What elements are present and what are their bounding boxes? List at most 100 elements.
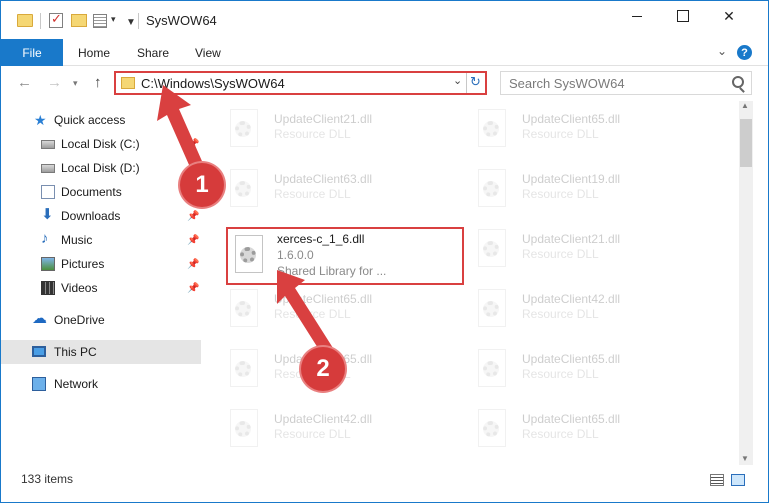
file-name: xerces-c_1_6.dll xyxy=(277,232,365,246)
film-strip-icon xyxy=(41,281,55,295)
download-arrow-icon: ⬇ xyxy=(41,206,54,223)
forward-arrow-icon[interactable]: → xyxy=(47,74,62,91)
file-name: UpdateClient65.dll xyxy=(522,412,621,426)
scroll-down-icon[interactable]: ▼ xyxy=(741,454,749,463)
file-name: UpdateClient65.dll xyxy=(522,112,621,126)
dll-file-icon xyxy=(227,289,261,333)
dll-file-icon xyxy=(232,235,266,279)
star-icon: ★ xyxy=(34,112,47,128)
file-name: UpdateClient21.dll xyxy=(274,112,373,126)
dll-file-icon xyxy=(475,409,509,453)
explorer-window: ▾ ▼ SysWOW64 ✕ File Home Share View ⌄ ? … xyxy=(0,0,769,503)
new-folder-icon[interactable] xyxy=(71,14,87,27)
file-type: Resource DLL xyxy=(522,307,599,321)
file-item[interactable]: UpdateClient65.dll Resource DLL xyxy=(475,405,705,461)
picture-icon xyxy=(41,257,55,271)
file-item[interactable]: UpdateClient21.dll Resource DLL xyxy=(475,225,705,281)
close-button[interactable]: ✕ xyxy=(706,1,752,31)
cloud-icon: ☁ xyxy=(32,310,47,327)
sidebar-item-pictures[interactable]: Pictures 📌 xyxy=(1,252,201,276)
sidebar-item-downloads[interactable]: ⬇ Downloads 📌 xyxy=(1,204,201,228)
sidebar-item-label: Quick access xyxy=(54,113,126,127)
address-dropdown-icon[interactable]: ⌄ xyxy=(453,74,462,87)
sidebar-item-label: Videos xyxy=(61,281,98,295)
pin-icon[interactable]: 📌 xyxy=(187,235,199,246)
file-item[interactable]: UpdateClient19.dll Resource DLL xyxy=(475,165,705,221)
file-name: UpdateClient65.dll xyxy=(522,352,621,366)
pin-icon[interactable]: 📌 xyxy=(187,283,199,294)
document-icon xyxy=(41,185,55,199)
file-name: UpdateClient42.dll xyxy=(522,292,621,306)
sidebar-item-network[interactable]: Network xyxy=(1,372,201,396)
file-type: Resource DLL xyxy=(522,247,599,261)
file-version: 1.6.0.0 xyxy=(277,248,314,262)
dll-file-icon xyxy=(475,109,509,153)
tab-view[interactable]: View xyxy=(195,46,221,60)
dll-file-icon xyxy=(475,349,509,393)
tab-share[interactable]: Share xyxy=(137,46,169,60)
dll-file-icon xyxy=(475,229,509,273)
pin-icon[interactable]: 📌 xyxy=(187,211,199,222)
annotation-badge-1: 1 xyxy=(180,163,224,207)
file-type: Resource DLL xyxy=(522,367,599,381)
search-icon xyxy=(732,76,744,88)
dll-file-icon xyxy=(227,409,261,453)
file-item[interactable]: UpdateClient63.dll Resource DLL xyxy=(227,165,457,221)
search-placeholder: Search SysWOW64 xyxy=(509,76,625,91)
file-type: Resource DLL xyxy=(522,427,599,441)
details-view-icon[interactable] xyxy=(710,474,724,486)
sidebar-item-music[interactable]: ♪ Music 📌 xyxy=(1,228,201,252)
expand-ribbon-icon[interactable]: ⌄ xyxy=(717,44,727,58)
minimize-button[interactable] xyxy=(614,1,660,31)
help-icon[interactable]: ? xyxy=(737,45,752,60)
music-note-icon: ♪ xyxy=(41,230,49,247)
drive-icon xyxy=(41,140,55,149)
recent-locations-icon[interactable]: ▾ xyxy=(73,78,78,89)
dll-file-icon xyxy=(227,169,261,213)
properties-check-icon[interactable] xyxy=(49,11,63,28)
ribbon-tabs: File Home Share View ⌄ ? xyxy=(1,39,768,66)
scroll-thumb[interactable] xyxy=(740,119,752,167)
file-item[interactable]: UpdateClient21.dll Resource DLL xyxy=(227,105,457,161)
sidebar-item-label: Documents xyxy=(61,185,122,199)
divider xyxy=(138,13,139,29)
large-icons-view-icon[interactable] xyxy=(731,474,745,486)
up-arrow-icon[interactable]: ↑ xyxy=(94,74,102,91)
item-count: 133 items xyxy=(21,472,74,486)
vertical-scrollbar[interactable]: ▲ ▼ xyxy=(739,101,753,465)
sidebar-item-label: Local Disk (D:) xyxy=(61,161,140,175)
chevron-down-icon[interactable]: ▾ xyxy=(111,14,116,25)
sidebar-item-videos[interactable]: Videos 📌 xyxy=(1,276,201,300)
file-item[interactable]: UpdateClient42.dll Resource DLL xyxy=(475,285,705,341)
sidebar-item-this-pc[interactable]: This PC xyxy=(1,340,201,364)
pin-icon[interactable]: 📌 xyxy=(187,259,199,270)
dll-file-icon xyxy=(475,169,509,213)
maximize-button[interactable] xyxy=(660,1,706,31)
file-type: Resource DLL xyxy=(274,127,351,141)
dll-file-icon xyxy=(475,289,509,333)
dll-file-icon xyxy=(227,109,261,153)
file-name: UpdateClient19.dll xyxy=(522,172,621,186)
divider xyxy=(40,13,41,29)
sidebar-item-label: Downloads xyxy=(61,209,121,223)
network-icon xyxy=(32,377,46,391)
search-input[interactable]: Search SysWOW64 xyxy=(500,71,752,95)
divider xyxy=(466,73,467,93)
scroll-up-icon[interactable]: ▲ xyxy=(741,101,749,110)
refresh-icon[interactable]: ↻ xyxy=(470,74,481,90)
file-item[interactable]: UpdateClient65.dll Resource DLL xyxy=(475,105,705,161)
customize-toolbar-icon[interactable]: ▼ xyxy=(126,17,136,28)
file-type: Resource DLL xyxy=(274,427,351,441)
tab-file[interactable]: File xyxy=(1,39,63,66)
back-arrow-icon[interactable]: ← xyxy=(17,74,32,91)
annotation-badge-2: 2 xyxy=(301,347,345,391)
sidebar-item-onedrive[interactable]: ☁ OneDrive xyxy=(1,308,201,332)
drive-icon xyxy=(41,164,55,173)
file-type: Resource DLL xyxy=(522,127,599,141)
file-item[interactable]: UpdateClient42.dll Resource DLL xyxy=(227,405,457,461)
file-item[interactable]: UpdateClient65.dll Resource DLL xyxy=(475,345,705,401)
view-properties-icon[interactable] xyxy=(93,14,107,28)
file-type: Resource DLL xyxy=(522,187,599,201)
tab-home[interactable]: Home xyxy=(78,46,110,60)
window-title: SysWOW64 xyxy=(146,13,217,28)
